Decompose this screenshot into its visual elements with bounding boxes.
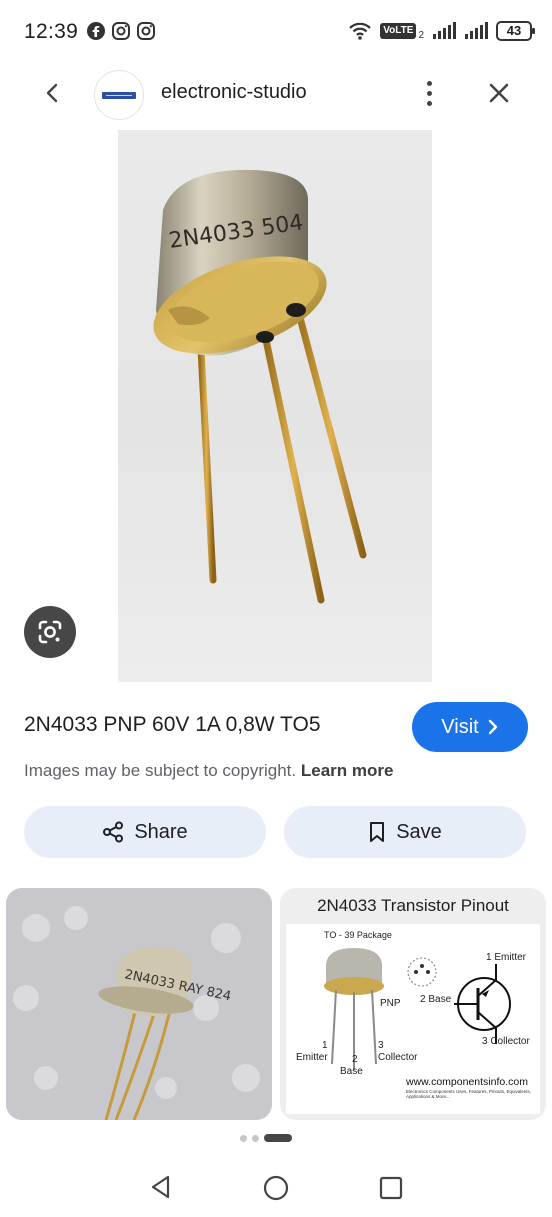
related-pager (240, 1134, 292, 1142)
pager-dot[interactable] (252, 1134, 259, 1142)
back-triangle-icon (151, 1175, 170, 1199)
learn-more-link[interactable]: Learn more (301, 761, 394, 780)
instagram-icon (112, 22, 130, 40)
notification-icons (86, 21, 156, 41)
main-image[interactable]: 2N4033 504 (118, 130, 432, 682)
wifi-icon (349, 22, 372, 40)
pager-dot-active[interactable] (264, 1134, 292, 1142)
volte-badge: VoLTE (380, 22, 417, 39)
lead-emitter-num: 1 (322, 1040, 328, 1051)
recents-square-icon (379, 1176, 403, 1200)
image-viewer-header: electronic-studio (0, 64, 552, 124)
nav-home-button[interactable] (262, 1174, 290, 1207)
site-logo[interactable] (94, 70, 144, 120)
site-logo-mark (102, 91, 136, 99)
nav-recents-button[interactable] (378, 1175, 404, 1206)
instagram-icon (137, 22, 155, 40)
copyright-notice: Images may be subject to copyright. Lear… (24, 761, 393, 781)
system-status-icons: VoLTE 2 43 (348, 20, 535, 41)
lead-base-label: Base (340, 1066, 363, 1077)
pin-base-label: 2 Base (420, 994, 452, 1005)
facebook-icon (87, 22, 105, 40)
chevron-right-icon (488, 719, 497, 735)
status-time: 12:39 (24, 20, 79, 43)
lead-collector-label: Collector (378, 1052, 418, 1063)
pinout-title: 2N4033 Transistor Pinout (317, 896, 509, 915)
share-icon (103, 821, 124, 843)
source-tagline: Electronics Components Uses, Features, P… (406, 1089, 532, 1099)
lead-collector-num: 3 (378, 1040, 384, 1051)
close-icon (489, 83, 509, 103)
transistor-thumbnail: 2N4033 RAY 824 (6, 888, 272, 1120)
package-label: TO - 39 Package (324, 930, 392, 940)
lead-emitter-label: Emitter (296, 1052, 328, 1063)
pager-dot[interactable] (240, 1134, 247, 1142)
signal-icon (465, 21, 488, 39)
lead-base-num: 2 (352, 1054, 358, 1065)
google-lens-icon (38, 620, 62, 644)
pin-collector-label: 3 Collector (482, 1036, 530, 1047)
more-vert-icon (426, 80, 432, 86)
pnp-label: PNP (380, 998, 401, 1009)
close-button[interactable] (482, 76, 516, 110)
system-nav-bar (0, 1160, 552, 1217)
signal-icon (433, 21, 456, 39)
pin-emitter-label: 1 Emitter (486, 952, 527, 963)
status-bar: 12:39 VoLTE 2 43 (0, 0, 552, 64)
share-button[interactable]: Share (24, 806, 266, 858)
volte-sim-number: 2 (418, 30, 424, 41)
nav-back-button[interactable] (148, 1174, 174, 1205)
visit-button[interactable]: Visit (412, 702, 528, 752)
share-label: Share (134, 820, 188, 843)
save-button[interactable]: Save (284, 806, 526, 858)
copyright-text: Images may be subject to copyright. (24, 761, 297, 780)
back-button[interactable] (36, 76, 70, 110)
site-name[interactable]: electronic-studio (161, 81, 307, 104)
google-lens-button[interactable] (24, 606, 76, 658)
visit-label: Visit (441, 715, 479, 738)
home-circle-icon (263, 1175, 289, 1201)
battery-level: 43 (506, 22, 522, 38)
more-options-button[interactable] (414, 76, 444, 110)
source-url: www.componentsinfo.com (406, 1076, 528, 1088)
result-title[interactable]: 2N4033 PNP 60V 1A 0,8W TO5 (24, 713, 321, 737)
related-image-1[interactable]: 2N4033 RAY 824 (6, 888, 272, 1120)
related-image-2[interactable]: 2N4033 Transistor Pinout TO - 39 Package… (280, 888, 546, 1120)
bookmark-icon (370, 822, 385, 842)
pinout-diagram: TO - 39 Package PNP 1 Emitter 2 Base 3 C… (286, 924, 540, 1114)
save-label: Save (396, 820, 442, 843)
transistor-photo: 2N4033 504 (153, 169, 367, 604)
back-arrow-icon (46, 83, 58, 103)
battery-icon: 43 (496, 20, 535, 41)
